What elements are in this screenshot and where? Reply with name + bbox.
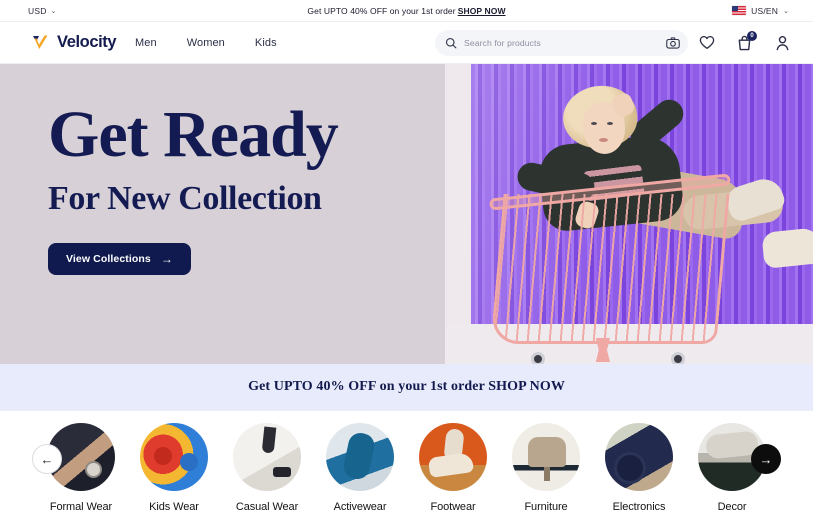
chevron-down-icon: ⌄: [783, 8, 789, 15]
arrow-right-icon: →: [759, 451, 773, 467]
category-item-electronics[interactable]: Electronics: [593, 423, 686, 513]
category-thumbnail: [512, 423, 580, 491]
header-actions: 0: [698, 31, 791, 51]
locale-label: US/EN: [751, 5, 779, 16]
nav-item-kids[interactable]: Kids: [255, 37, 277, 49]
category-thumbnail: [233, 423, 301, 491]
hero-subtitle: For New Collection: [48, 180, 322, 217]
wishlist-button[interactable]: [698, 34, 715, 51]
us-flag-icon: [732, 6, 747, 15]
account-button[interactable]: [774, 34, 791, 51]
nav-item-men[interactable]: Men: [135, 37, 157, 49]
velocity-checkmark-logo-icon: [30, 33, 50, 53]
carousel-prev-button[interactable]: ←: [32, 444, 62, 474]
model-eye: [607, 122, 613, 125]
category-label: Casual Wear: [235, 501, 299, 513]
category-label: Formal Wear: [49, 501, 113, 513]
search-icon: [445, 37, 457, 49]
model-lips: [599, 138, 608, 142]
view-collections-button[interactable]: View Collections →: [48, 243, 191, 276]
arrow-right-icon: →: [160, 252, 173, 267]
category-item-footwear[interactable]: Footwear: [407, 423, 500, 513]
category-label: Furniture: [524, 501, 568, 513]
storefront-page: USD ⌄ Get UPTO 40% OFF on your 1st order…: [0, 0, 813, 529]
promo-strip[interactable]: Get UPTO 40% OFF on your 1st order SHOP …: [0, 364, 813, 410]
category-item-furniture[interactable]: Furniture: [500, 423, 593, 513]
hero-banner: Get Ready For New Collection View Collec…: [0, 64, 813, 364]
category-thumbnail: [419, 423, 487, 491]
hero-image: [445, 64, 813, 364]
arrow-left-icon: ←: [40, 451, 54, 467]
category-label: Activewear: [333, 501, 387, 513]
model-shoe-right: [761, 227, 813, 269]
site-header: Velocity Men Women Kids Search for produ…: [0, 22, 813, 64]
locale-selector[interactable]: US/EN ⌄: [732, 6, 789, 16]
carousel-next-button[interactable]: →: [751, 444, 781, 474]
announcement-bar: USD ⌄ Get UPTO 40% OFF on your 1st order…: [0, 0, 813, 22]
model-eye: [591, 122, 597, 125]
camera-icon[interactable]: [666, 36, 680, 49]
category-label: Decor: [717, 501, 747, 513]
category-item-activewear[interactable]: Activewear: [314, 423, 407, 513]
cart-button[interactable]: 0: [736, 31, 757, 51]
view-collections-label: View Collections: [66, 253, 151, 266]
announcement-prefix: Get UPTO 40% OFF on your 1st order: [307, 5, 456, 16]
nav-item-women[interactable]: Women: [187, 37, 225, 49]
search-bar[interactable]: [435, 29, 688, 56]
category-label: Footwear: [430, 501, 476, 513]
category-label: Kids Wear: [149, 501, 199, 513]
user-icon: [775, 35, 790, 51]
shopping-cart-wheel: [671, 352, 685, 364]
category-thumbnail: [140, 423, 208, 491]
category-carousel: Formal Wear Kids Wear Casual Wear Active…: [0, 410, 813, 525]
category-item-casual-wear[interactable]: Casual Wear: [221, 423, 314, 513]
brand-name: Velocity: [57, 33, 117, 51]
shopping-cart-basket: [490, 194, 730, 344]
shopping-cart-wheel: [531, 352, 545, 364]
hero-title: Get Ready: [48, 98, 339, 171]
brand-logo[interactable]: Velocity: [30, 33, 117, 53]
promo-strip-text: Get UPTO 40% OFF on your 1st order SHOP …: [248, 379, 565, 394]
cart-badge-count: 0: [747, 31, 757, 41]
shop-now-link[interactable]: SHOP NOW: [458, 6, 506, 16]
hero-copy: Get Ready For New Collection View Collec…: [48, 98, 339, 276]
announcement-text: Get UPTO 40% OFF on your 1st order SHOP N…: [0, 6, 813, 16]
heart-icon: [699, 35, 715, 50]
category-item-kids-wear[interactable]: Kids Wear: [128, 423, 221, 513]
category-label: Electronics: [612, 501, 666, 513]
category-thumbnail: [605, 423, 673, 491]
category-thumbnail: [326, 423, 394, 491]
primary-nav: Men Women Kids: [135, 37, 277, 49]
search-input[interactable]: [464, 37, 666, 48]
